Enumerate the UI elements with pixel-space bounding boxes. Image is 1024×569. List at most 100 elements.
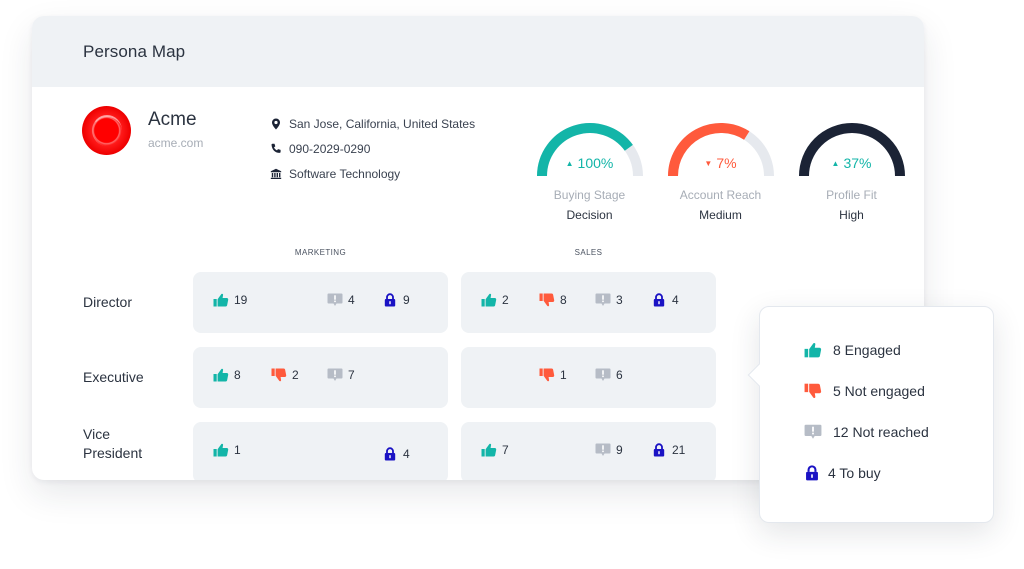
metric-count: 9 <box>616 443 623 457</box>
thumbs-down-icon <box>804 383 822 399</box>
metric-not-reached[interactable]: 4 <box>327 293 355 307</box>
metric-count: 4 <box>348 293 355 307</box>
metric-count: 6 <box>616 368 623 382</box>
company-domain[interactable]: acme.com <box>148 136 203 150</box>
legend-popover: 8 Engaged 5 Not engaged 12 Not reached 4 To… <box>747 306 994 523</box>
metric-engaged[interactable]: 7 <box>481 443 509 457</box>
metric-count: 2 <box>292 368 299 382</box>
metric-count: 7 <box>348 368 355 382</box>
bank-icon <box>270 168 282 179</box>
arrow-up-icon: ▲ <box>831 159 840 168</box>
metric-not-engaged[interactable]: 1 <box>539 368 567 382</box>
metric-count: 8 <box>560 293 567 307</box>
gauge-change: ▲ 100% <box>565 155 614 171</box>
thumbs-up-icon <box>481 443 497 457</box>
alert-comment-icon <box>327 293 343 306</box>
metric-to-buy[interactable]: 4 <box>382 447 410 461</box>
metric-engaged[interactable]: 2 <box>481 293 509 307</box>
metric-to-buy[interactable]: 9 <box>382 293 410 307</box>
legend-item-not-engaged: 5 Not engaged <box>804 383 925 399</box>
metric-count: 1 <box>234 443 241 457</box>
legend-label: 8 Engaged <box>833 342 901 358</box>
gauge-change: ▼ 7% <box>704 155 737 171</box>
company-name: Acme <box>148 109 197 130</box>
company-details: San Jose, California, United States 090-… <box>270 111 475 186</box>
metric-engaged[interactable]: 8 <box>213 368 241 382</box>
cell-executive-sales[interactable]: 16 <box>461 347 716 408</box>
alert-comment-icon <box>595 368 611 381</box>
phone-row: 090-2029-0290 <box>270 136 475 161</box>
map-pin-icon <box>272 118 280 129</box>
metric-count: 19 <box>234 293 248 307</box>
metric-not-reached[interactable]: 9 <box>595 443 623 457</box>
lock-icon <box>653 293 665 307</box>
lock-icon <box>384 293 396 307</box>
company-info: Acme acme.com <box>82 106 203 155</box>
gauge-value: High <box>839 208 864 222</box>
gauge-change: ▲ 37% <box>831 155 872 171</box>
thumbs-down-icon <box>539 368 555 382</box>
metric-count: 9 <box>403 293 410 307</box>
gauges: ▲ 100% Buying Stage Decision ▼ 7% Account … <box>524 120 917 222</box>
industry-row: Software Technology <box>270 161 475 186</box>
column-header-sales: SALES <box>574 248 603 257</box>
lock-icon <box>384 447 396 461</box>
metric-count: 8 <box>234 368 241 382</box>
cell-director-marketing[interactable]: 19 4 9 <box>193 272 448 333</box>
legend-label: 12 Not reached <box>833 424 929 440</box>
thumbs-down-icon <box>271 368 287 382</box>
cell-executive-marketing[interactable]: 8 2 7 <box>193 347 448 408</box>
metric-engaged[interactable]: 19 <box>213 293 247 307</box>
metric-not-engaged[interactable]: 8 <box>539 293 567 307</box>
lock-icon <box>653 443 665 457</box>
metric-count: 2 <box>502 293 509 307</box>
cell-vice-president-marketing[interactable]: 14 <box>193 422 448 480</box>
thumbs-up-icon <box>481 293 497 307</box>
gauge-value: Medium <box>699 208 742 222</box>
cell-vice-president-sales[interactable]: 7 9 21 <box>461 422 716 480</box>
alert-comment-icon <box>327 368 343 381</box>
arrow-down-icon: ▼ <box>704 159 713 168</box>
thumbs-up-icon <box>804 342 822 358</box>
row-label: Executive <box>83 369 144 385</box>
metric-not-reached[interactable]: 6 <box>595 368 623 382</box>
metric-to-buy[interactable]: 21 <box>651 443 685 457</box>
phone-text: 090-2029-0290 <box>289 141 371 156</box>
location-text: San Jose, California, United States <box>289 116 476 131</box>
metric-not-reached[interactable]: 7 <box>327 368 355 382</box>
legend-item-to-buy: 4 To buy <box>804 465 881 481</box>
metric-engaged[interactable]: 1 <box>213 443 241 457</box>
thumbs-up-icon <box>213 293 229 307</box>
gauge-account-reach: ▼ 7% Account Reach Medium <box>655 120 786 222</box>
metric-count: 4 <box>403 447 410 461</box>
thumbs-up-icon <box>213 368 229 382</box>
legend-label: 4 To buy <box>828 465 881 481</box>
gauge-label: Profile Fit <box>826 188 877 202</box>
company-logo <box>82 106 131 155</box>
metric-count: 21 <box>672 443 686 457</box>
phone-icon <box>271 143 281 153</box>
metric-count: 7 <box>502 443 509 457</box>
alert-comment-icon <box>595 293 611 306</box>
gauge-profile-fit: ▲ 37% Profile Fit High <box>786 120 917 222</box>
row-label: Vice President <box>83 426 143 461</box>
metric-count: 1 <box>560 368 567 382</box>
cell-director-sales[interactable]: 2 8 3 4 <box>461 272 716 333</box>
legend-item-engaged: 8 Engaged <box>804 342 901 358</box>
metric-to-buy[interactable]: 4 <box>651 293 679 307</box>
industry-text: Software Technology <box>289 166 401 181</box>
gauge-value: Decision <box>566 208 613 222</box>
page-title: Persona Map <box>83 41 186 61</box>
legend-label: 5 Not engaged <box>833 383 925 399</box>
gauge-buying-stage: ▲ 100% Buying Stage Decision <box>524 120 655 222</box>
metric-count: 4 <box>672 293 679 307</box>
location-row: San Jose, California, United States <box>270 111 475 136</box>
metric-not-reached[interactable]: 3 <box>595 293 623 307</box>
card-header: Persona Map <box>32 16 924 87</box>
thumbs-down-icon <box>539 293 555 307</box>
thumbs-up-icon <box>213 443 229 457</box>
row-label: Director <box>83 294 133 310</box>
lock-icon <box>806 465 818 481</box>
metric-not-engaged[interactable]: 2 <box>271 368 299 382</box>
alert-comment-icon <box>595 443 611 456</box>
